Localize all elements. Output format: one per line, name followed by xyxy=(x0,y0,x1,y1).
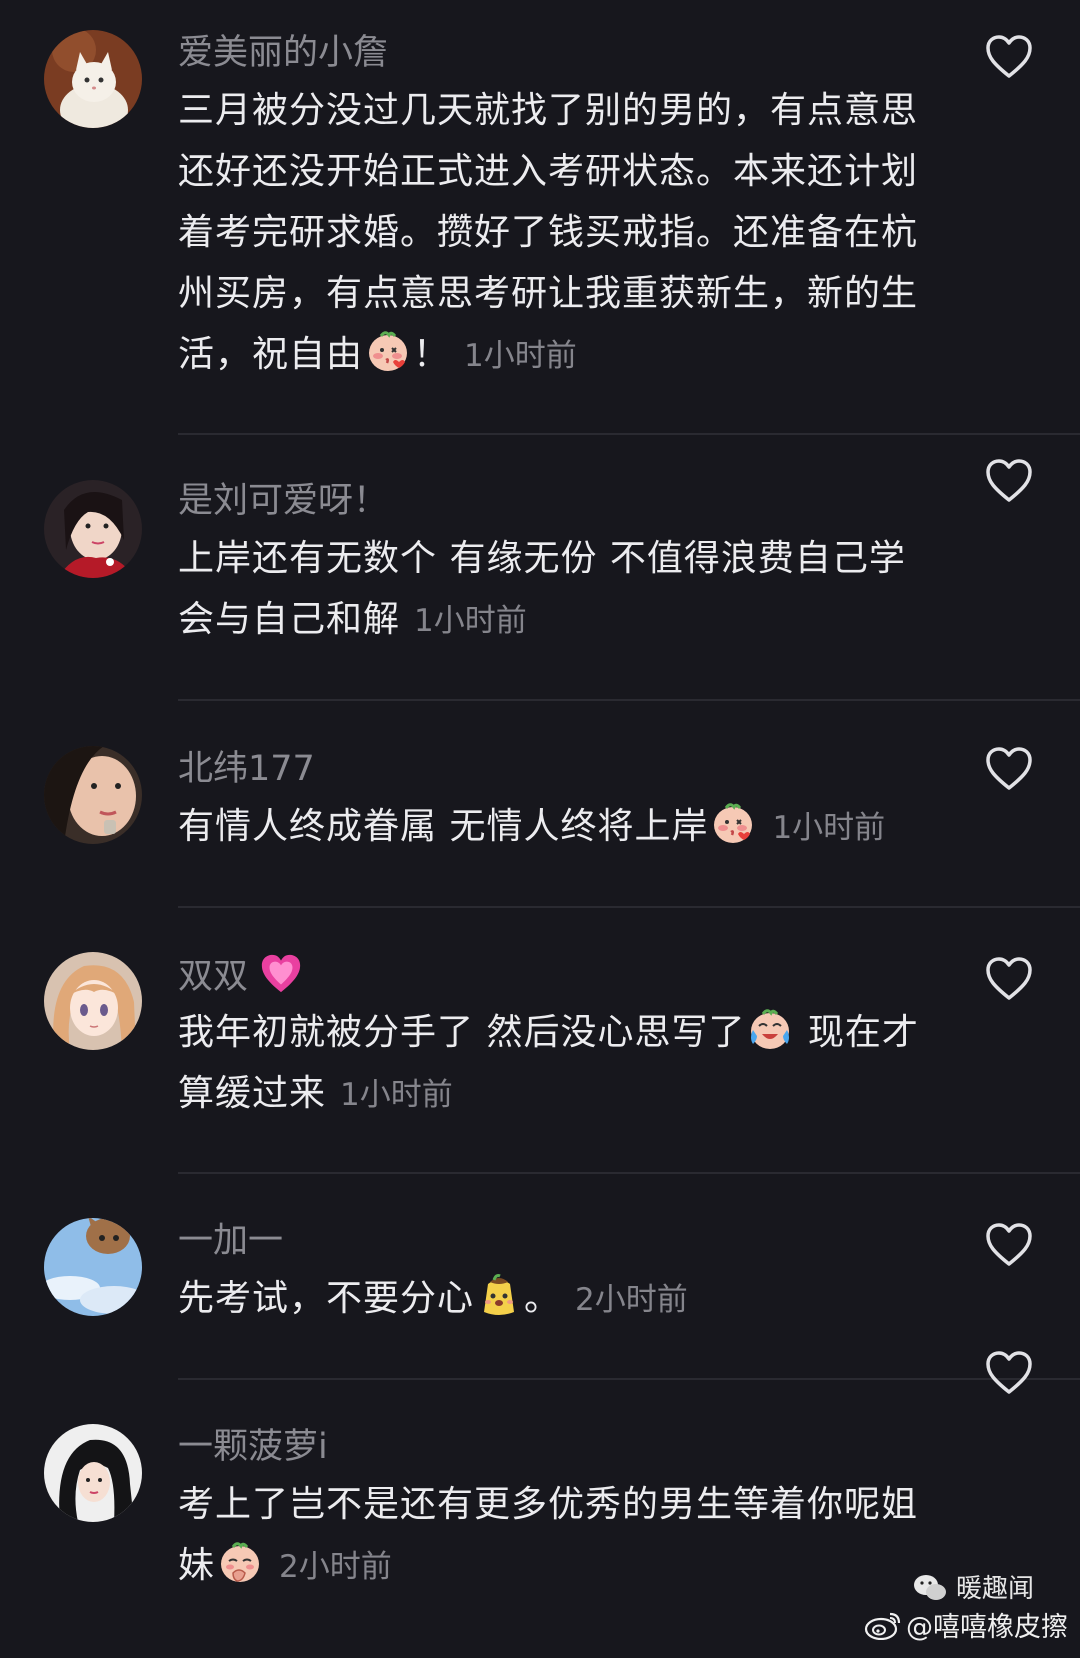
pudding-emoji-icon xyxy=(484,1274,515,1315)
like-button[interactable] xyxy=(984,746,1034,792)
comment-text: 我年初就被分手了 然后没心思写了 现在才算缓过来 1小时前 xyxy=(178,1002,938,1126)
comment-username[interactable]: 北纬177 xyxy=(178,746,315,792)
anime-girl-avatar-icon xyxy=(44,952,142,1050)
comment-body: 上岸还有无数个 有缘无份 不值得浪费自己学会与自己和解 xyxy=(178,538,906,640)
comment-username[interactable]: 爱美丽的小詹 xyxy=(178,30,388,76)
username-text: 双双 xyxy=(178,957,249,997)
cat-sky-avatar-icon xyxy=(44,1218,142,1316)
watermark: 暖趣闻 @嘻嘻橡皮擦 xyxy=(864,1568,1068,1644)
avatar[interactable] xyxy=(44,952,142,1050)
thinking-blush-emoji-icon xyxy=(221,1542,260,1582)
comment-divider xyxy=(178,1172,1080,1174)
weibo-icon xyxy=(864,1612,901,1640)
comment-text: 先考试，不要分心 。 2小时前 xyxy=(178,1268,938,1331)
girl-closeup-avatar-icon xyxy=(44,746,142,844)
heart-outline-icon xyxy=(986,1223,1032,1266)
comment-divider xyxy=(178,1378,1080,1380)
heart-outline-icon xyxy=(986,459,1032,502)
girl-red-scarf-avatar-icon xyxy=(44,480,142,578)
comment-body: 有情人终成眷属 无情人终将上岸 xyxy=(178,806,709,847)
avatar[interactable] xyxy=(44,30,142,128)
like-button[interactable] xyxy=(984,458,1034,504)
comment-time: 2小时前 xyxy=(575,1282,688,1318)
comment-text: 有情人终成眷属 无情人终将上岸 1小时前 xyxy=(178,796,938,859)
comment-time: 1小时前 xyxy=(772,810,886,846)
comment-body: 先考试，不要分心 xyxy=(178,1278,475,1319)
blush-kiss-emoji-icon xyxy=(369,331,408,371)
pink-heart-emoji-icon xyxy=(262,954,301,993)
comment-username[interactable]: 一颗菠萝i xyxy=(178,1424,328,1470)
comment-time: 1小时前 xyxy=(340,1077,453,1113)
comment-username[interactable]: 双双 xyxy=(178,952,303,1000)
comment-username[interactable]: 是刘可爱呀！ xyxy=(178,478,388,524)
comment-text: 三月被分没过几天就找了别的男的，有点意思还好还没开始正式进入考研状态。本来还计划… xyxy=(178,80,938,387)
heart-outline-icon xyxy=(986,957,1032,1000)
crying-laugh-emoji-icon xyxy=(751,1009,790,1049)
avatar[interactable] xyxy=(44,746,142,844)
avatar[interactable] xyxy=(44,1218,142,1316)
watermark-bottom: @嘻嘻橡皮擦 xyxy=(864,1605,1068,1644)
comment-time: 1小时前 xyxy=(414,603,527,639)
comment-body-tail: ！ xyxy=(413,334,451,375)
comment-text: 考上了岂不是还有更多优秀的男生等着你呢姐妹 2小时前 xyxy=(178,1474,938,1598)
heart-outline-icon xyxy=(986,747,1032,790)
watermark-account-name: 暖趣闻 xyxy=(955,1574,1034,1604)
wechat-icon xyxy=(913,1575,946,1600)
blush-kiss-emoji-icon xyxy=(714,803,753,843)
avatar[interactable] xyxy=(44,1424,142,1522)
comment-divider xyxy=(178,699,1080,701)
comment-time: 1小时前 xyxy=(464,338,577,374)
watermark-top: 暖趣闻 xyxy=(864,1568,1034,1605)
heart-outline-icon xyxy=(986,35,1032,78)
like-button[interactable] xyxy=(984,1350,1034,1396)
comment-divider xyxy=(178,906,1080,908)
watermark-handle: @嘻嘻橡皮擦 xyxy=(906,1612,1068,1643)
comment-text: 上岸还有无数个 有缘无份 不值得浪费自己学会与自己和解 1小时前 xyxy=(178,528,938,652)
comment-body-tail: 。 xyxy=(524,1278,562,1319)
like-button[interactable] xyxy=(984,1222,1034,1268)
white-cat-avatar-icon xyxy=(44,30,142,128)
woman-dark-hair-avatar-icon xyxy=(44,1424,142,1522)
avatar[interactable] xyxy=(44,480,142,578)
comment-time: 2小时前 xyxy=(279,1549,392,1585)
comment-body: 三月被分没过几天就找了别的男的，有点意思还好还没开始正式进入考研状态。本来还计划… xyxy=(178,90,919,375)
comment-body: 我年初就被分手了 然后没心思写了 xyxy=(178,1012,746,1053)
like-button[interactable] xyxy=(984,34,1034,80)
like-button[interactable] xyxy=(984,956,1034,1002)
comment-username[interactable]: 一加一 xyxy=(178,1218,283,1264)
heart-outline-icon xyxy=(986,1351,1032,1394)
comment-divider xyxy=(178,433,1080,435)
